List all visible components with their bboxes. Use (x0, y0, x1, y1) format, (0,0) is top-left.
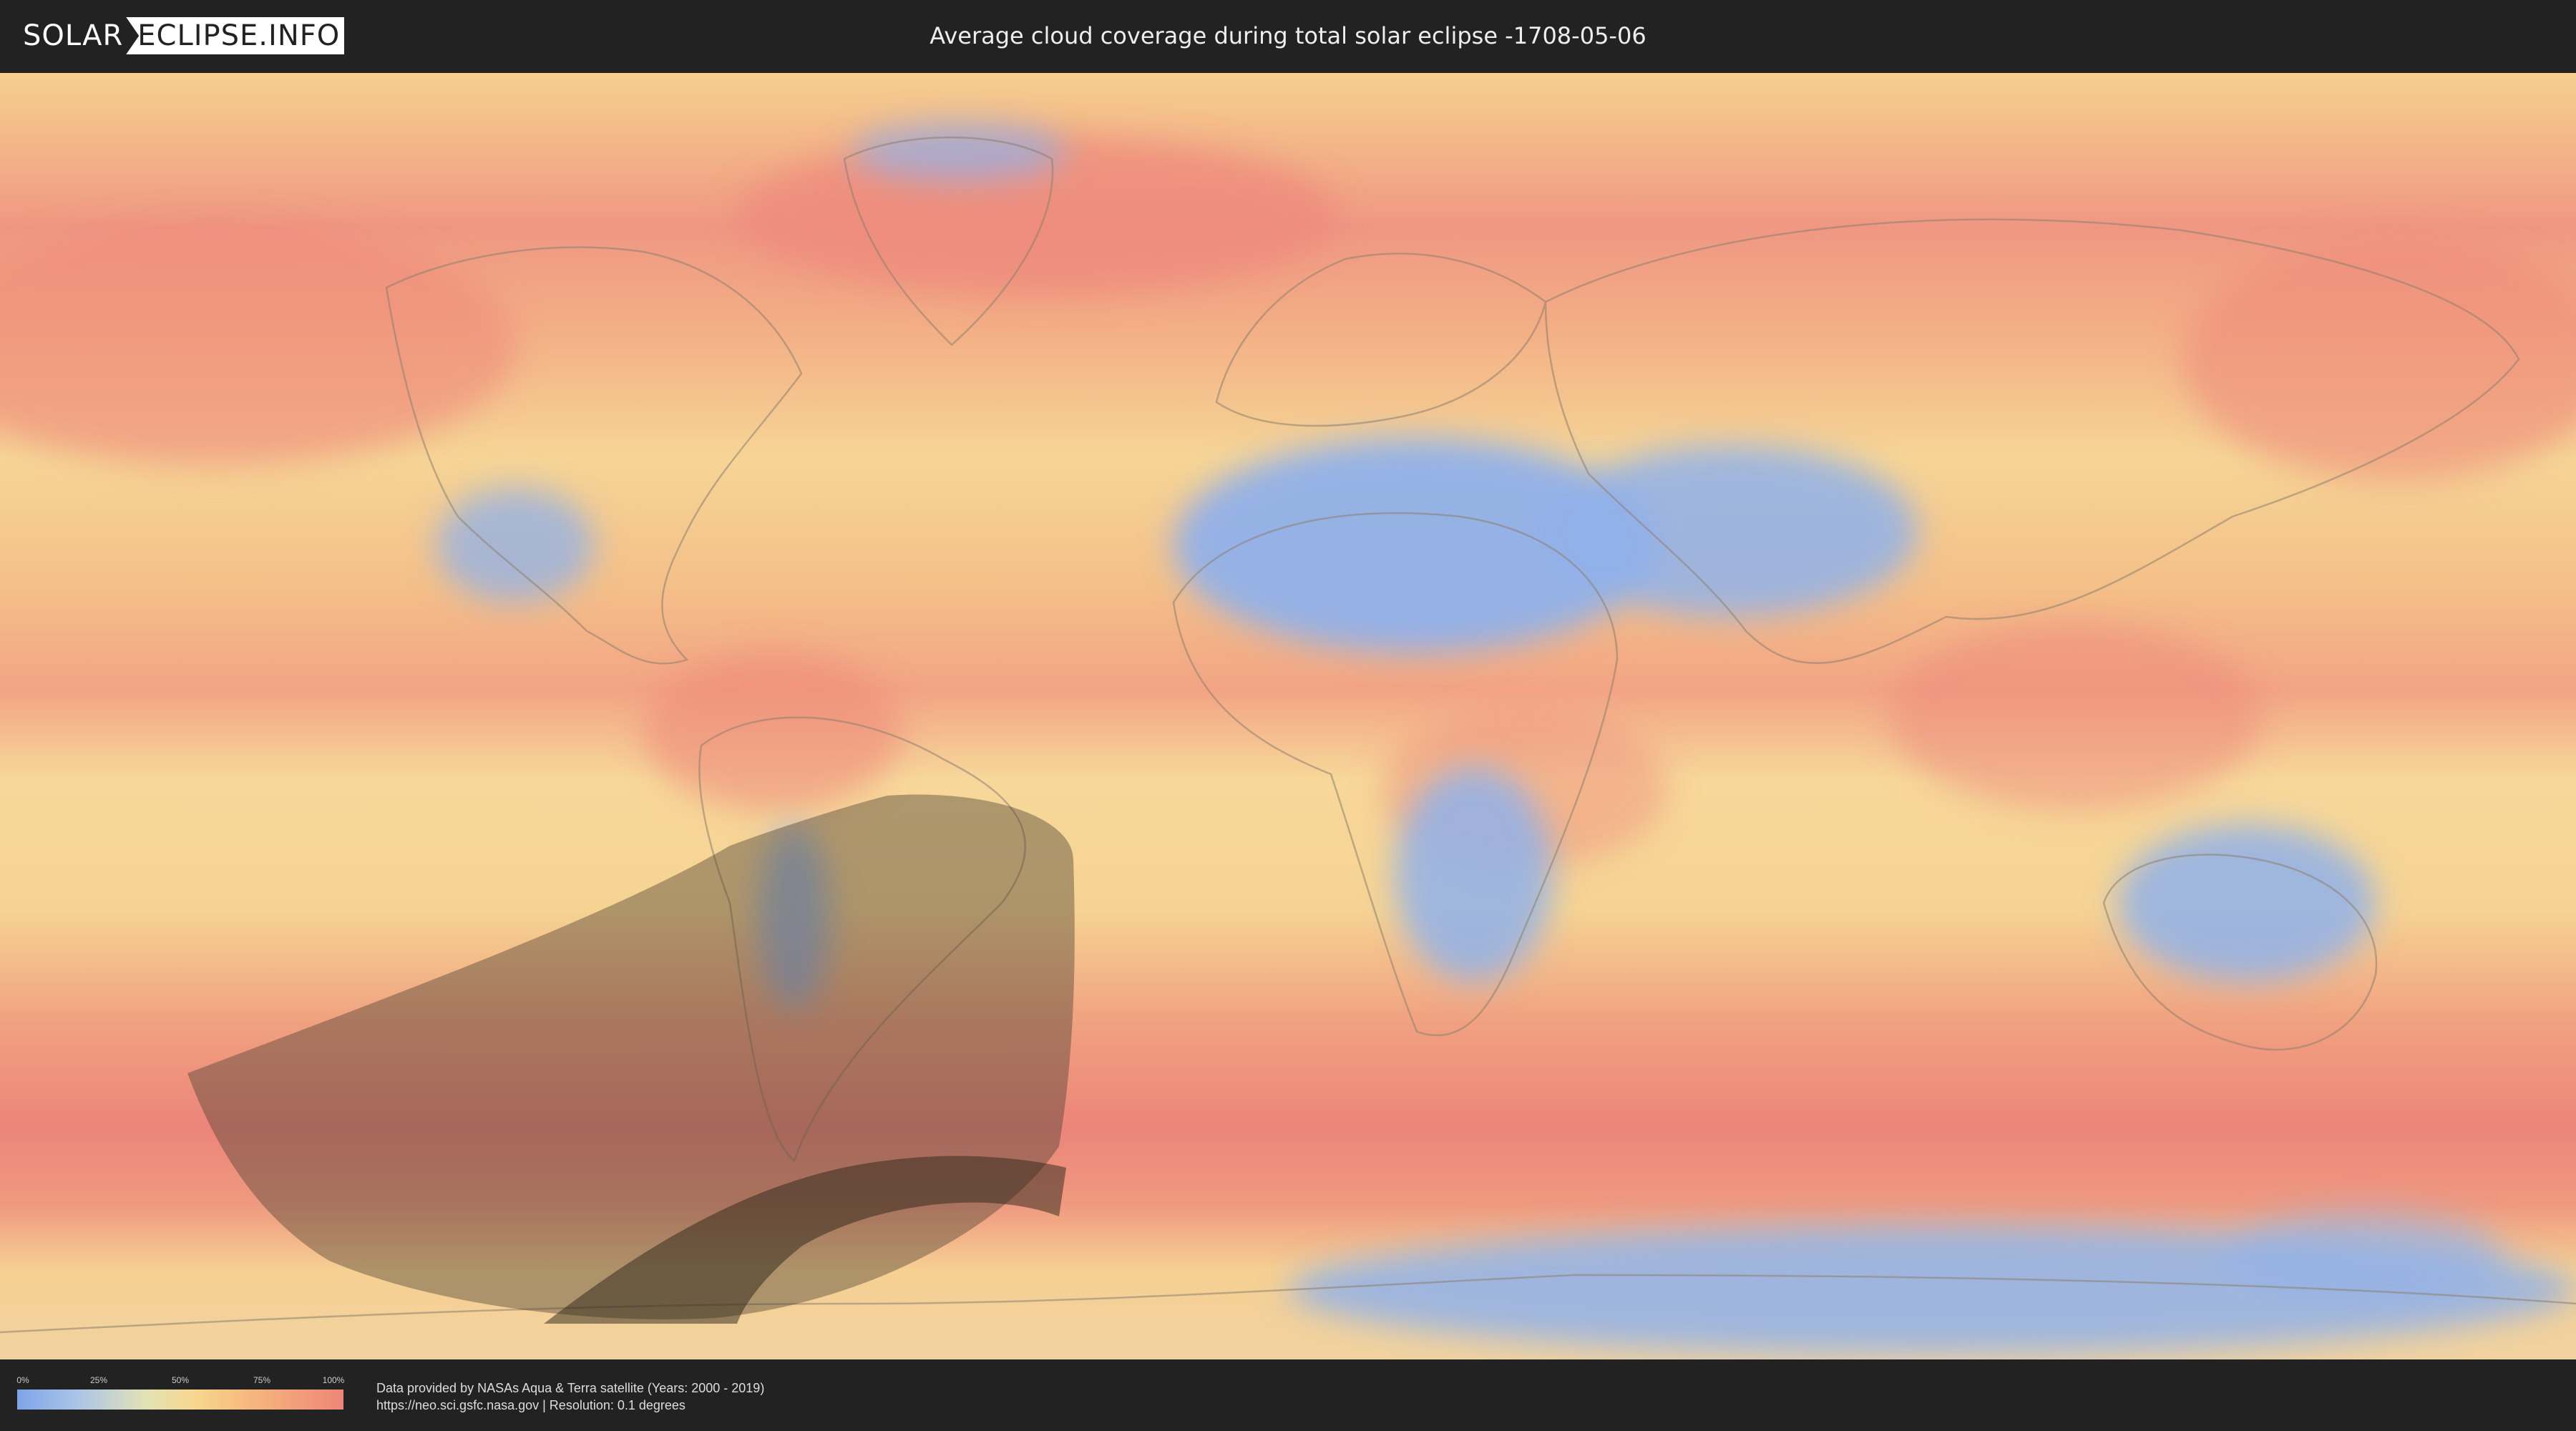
credit-line-source: Data provided by NASAs Aqua & Terra sate… (376, 1381, 765, 1395)
data-credits: Data provided by NASAs Aqua & Terra sate… (376, 1379, 764, 1414)
cloud-coverage-legend: 0% 25% 50% 75% 100% (16, 1375, 345, 1415)
page: SOLAR ECLIPSE.INFO Average cloud coverag… (0, 0, 2576, 1431)
cloud-coverage-map (0, 73, 2576, 1359)
page-title: Average cloud coverage during total sola… (930, 22, 1646, 49)
legend-tick-50: 50% (171, 1375, 190, 1385)
footer-bar: 0% 25% 50% 75% 100% Data provided by NAS… (0, 1359, 2576, 1431)
world-map-svg (0, 73, 2576, 1359)
legend-tick-25: 25% (89, 1375, 108, 1385)
legend-ticks: 0% 25% 50% 75% 100% (16, 1375, 345, 1388)
legend-tick-75: 75% (253, 1375, 271, 1385)
legend-color-bar (17, 1390, 343, 1410)
legend-tick-0: 0% (16, 1375, 29, 1385)
legend-tick-100: 100% (322, 1375, 345, 1385)
header-bar: SOLAR ECLIPSE.INFO Average cloud coverag… (0, 0, 2576, 72)
credit-line-url: https://neo.sci.gsfc.nasa.gov | Resoluti… (376, 1398, 686, 1412)
